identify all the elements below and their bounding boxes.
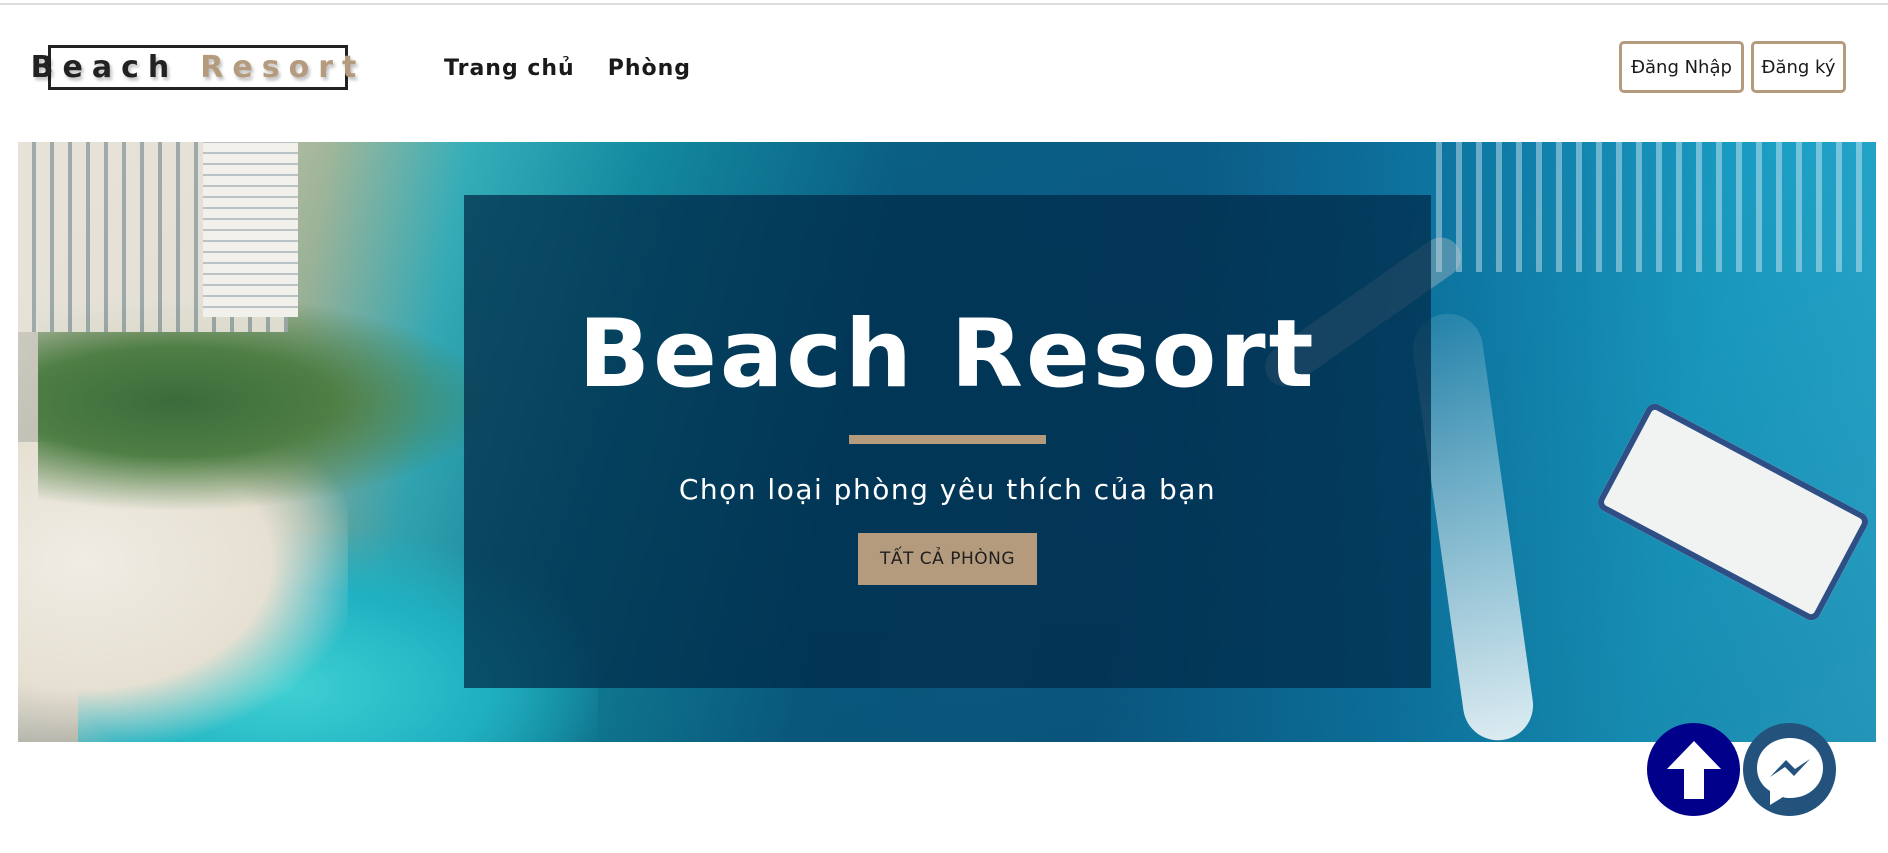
hero-divider: [849, 435, 1046, 444]
arrow-up-icon: [1666, 740, 1721, 799]
logo-word-resort: Resort: [200, 50, 366, 85]
site-logo[interactable]: Beach Resort: [31, 45, 356, 90]
nav-item-rooms[interactable]: Phòng: [608, 52, 691, 86]
messenger-icon: [1756, 737, 1823, 805]
auth-buttons: Đăng Nhập Đăng ký: [1619, 41, 1846, 93]
hero-image-marina: [1436, 142, 1876, 272]
hero-image-hotel-tower: [203, 142, 298, 317]
nav-item-home[interactable]: Trang chủ: [444, 52, 575, 86]
hero-title: Beach Resort: [578, 300, 1317, 409]
main-nav: Trang chủ Phòng: [444, 52, 691, 86]
hero-image-ferry: [1594, 400, 1872, 624]
login-button[interactable]: Đăng Nhập: [1619, 41, 1744, 93]
top-border: [0, 3, 1888, 5]
hero-subtitle: Chọn loại phòng yêu thích của bạn: [678, 473, 1217, 506]
messenger-chat-button[interactable]: [1743, 723, 1836, 816]
signup-button[interactable]: Đăng ký: [1751, 41, 1846, 93]
all-rooms-button[interactable]: TẤT CẢ PHÒNG: [858, 533, 1037, 585]
logo-word-beach: Beach: [30, 50, 179, 85]
scroll-to-top-button[interactable]: [1647, 723, 1740, 816]
